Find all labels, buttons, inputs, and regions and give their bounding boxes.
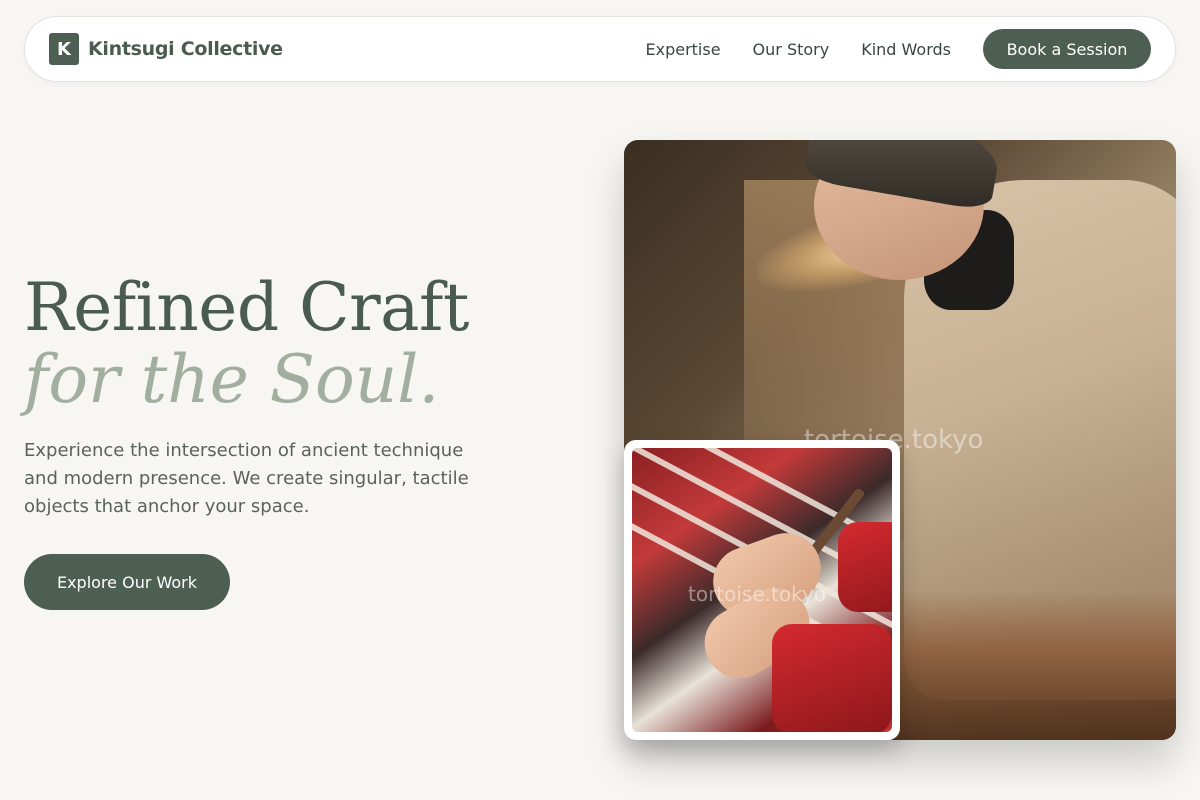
nav-link-expertise[interactable]: Expertise — [645, 40, 720, 59]
book-session-button[interactable]: Book a Session — [983, 29, 1151, 69]
logo-mark-icon: K — [49, 33, 79, 65]
weaving-photo: tortoise.tokyo — [632, 448, 892, 732]
top-navigation: K Kintsugi Collective Expertise Our Stor… — [24, 16, 1176, 82]
hero-title: Refined Craft — [24, 269, 469, 346]
photo-sleeve — [772, 624, 892, 732]
hero-description: Experience the intersection of ancient t… — [24, 440, 469, 517]
photo-sleeve — [838, 522, 892, 612]
photo-watermark: tortoise.tokyo — [688, 582, 827, 606]
nav-link-our-story[interactable]: Our Story — [753, 40, 830, 59]
hero-subtitle: for the Soul. — [24, 341, 440, 418]
weaving-photo-card: tortoise.tokyo — [624, 440, 900, 740]
brand-logo[interactable]: K Kintsugi Collective — [49, 33, 283, 65]
nav-link-kind-words[interactable]: Kind Words — [861, 40, 951, 59]
explore-work-button[interactable]: Explore Our Work — [24, 554, 230, 610]
nav-links: Expertise Our Story Kind Words — [613, 17, 951, 81]
brand-name: Kintsugi Collective — [88, 38, 283, 60]
